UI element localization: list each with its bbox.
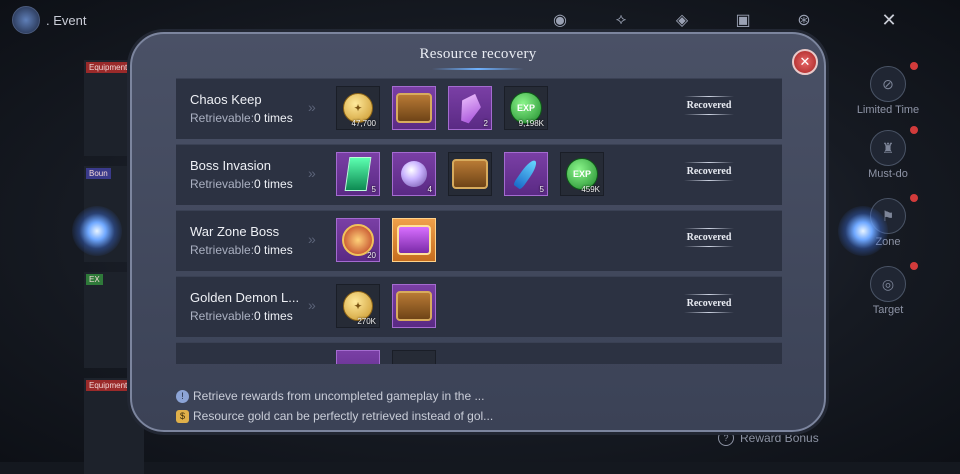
blue-feather-icon [512, 158, 540, 190]
recovered-status: Recovered [676, 96, 742, 115]
reward-item[interactable] [392, 350, 436, 364]
item-quantity: 459K [581, 185, 600, 194]
sidebar-item-limited-time[interactable]: ⊘ Limited Time [856, 62, 920, 116]
reward-item[interactable]: ✦ 47,700 [336, 86, 380, 130]
gold-bag-icon: $ [176, 409, 189, 423]
item-quantity: 9,198K [518, 119, 544, 128]
retrievable-count: Retrievable:0 times [190, 111, 293, 125]
retrievable-count: Retrievable:0 times [190, 243, 293, 257]
list-item [176, 342, 782, 364]
activity-name: Chaos Keep [190, 92, 262, 107]
reward-item[interactable]: ✦ 270K [336, 284, 380, 328]
list-item: Golden Demon L... Retrievable:0 times » … [176, 276, 782, 337]
reward-item[interactable]: 5 [504, 152, 548, 196]
reward-item[interactable] [392, 86, 436, 130]
right-glow-ornament-icon [838, 206, 888, 256]
reward-item[interactable] [336, 350, 380, 364]
reward-item[interactable]: 4 [392, 152, 436, 196]
reward-item[interactable] [392, 284, 436, 328]
treasure-chest-icon [396, 93, 432, 123]
prohibited-icon: ⊘ [870, 66, 906, 102]
recovered-status: Recovered [676, 228, 742, 247]
treasure-chest-icon [396, 291, 432, 321]
retrievable-count: Retrievable:0 times [190, 177, 293, 191]
item-quantity: 270K [357, 317, 376, 326]
list-item: War Zone Boss Retrievable:0 times » 20 R… [176, 210, 782, 271]
notification-dot [910, 126, 918, 134]
list-item: Chaos Keep Retrievable:0 times » ✦ 47,700… [176, 78, 782, 139]
reward-item[interactable]: 20 [336, 218, 380, 262]
target-icon: ◎ [870, 266, 906, 302]
recovered-status: Recovered [676, 294, 742, 313]
item-quantity: 2 [483, 119, 488, 128]
item-quantity: 5 [539, 185, 544, 194]
reward-item[interactable]: EXP 9,198K [504, 86, 548, 130]
item-quantity: 4 [427, 185, 432, 194]
item-quantity: 20 [367, 251, 376, 260]
treasure-chest-icon [452, 159, 488, 189]
background-tag: Equipment [86, 380, 131, 391]
portrait-icon[interactable]: ◉ [545, 6, 575, 34]
open-gift-box-icon [397, 225, 431, 255]
event-button[interactable]: . Event [12, 6, 86, 34]
notification-dot [910, 262, 918, 270]
activity-name: Boss Invasion [190, 158, 271, 173]
dialog-close-button[interactable]: ✕ [792, 49, 818, 75]
note-item: ! Retrieve rewards from uncompleted game… [176, 386, 493, 406]
sidebar-item-must-do[interactable]: ♜ Must-do [856, 126, 920, 180]
info-icon: ! [176, 389, 189, 403]
orbit-gem-icon [401, 161, 427, 187]
emerald-tablet-icon [344, 157, 372, 191]
card-icon[interactable]: ▣ [728, 6, 758, 34]
notes: ! Retrieve rewards from uncompleted game… [176, 386, 493, 426]
helmet-icon: ♜ [870, 130, 906, 166]
dialog-title: Resource recovery [419, 46, 537, 62]
help-icon: ? [718, 430, 734, 446]
list-item: Boss Invasion Retrievable:0 times » 5 4 … [176, 144, 782, 205]
sidebar-item-label: Must-do [868, 168, 908, 180]
chevron-right-icon: » [308, 297, 316, 313]
recovery-list[interactable]: Chaos Keep Retrievable:0 times » ✦ 47,700… [176, 78, 782, 364]
chevron-right-icon: » [308, 231, 316, 247]
rune-icon[interactable]: ⊛ [789, 6, 819, 34]
note-item: $ Resource gold can be perfectly retriev… [176, 406, 493, 426]
activity-name: War Zone Boss [190, 224, 280, 239]
crest-icon[interactable]: ◈ [667, 6, 697, 34]
background-tag: EX [86, 274, 103, 285]
left-glow-ornament-icon [72, 206, 122, 256]
note-text: Retrieve rewards from uncompleted gamepl… [193, 389, 485, 403]
top-close-icon[interactable]: ✕ [872, 6, 906, 34]
reward-item[interactable]: EXP 459K [560, 152, 604, 196]
sidebar-item-label: Target [872, 304, 904, 316]
reward-bonus-button[interactable]: ? Reward Bonus [718, 430, 819, 446]
note-text: Resource gold can be perfectly retrieved… [193, 409, 494, 423]
background-tag: Boun [86, 168, 111, 179]
reward-bonus-label: Reward Bonus [740, 431, 819, 445]
background-tag: Equipment [86, 62, 131, 73]
event-label: . Event [46, 12, 87, 28]
item-quantity: 47,700 [351, 119, 376, 128]
activity-name: Golden Demon L... [190, 290, 300, 305]
chevron-right-icon: » [308, 99, 316, 115]
sidebar-item-target[interactable]: ◎ Target [856, 262, 920, 316]
notification-dot [910, 194, 918, 202]
emblem-icon[interactable]: ⟡ [606, 6, 636, 34]
sidebar-item-label: Limited Time [856, 104, 920, 116]
item-quantity: 5 [371, 185, 376, 194]
title-underline [432, 68, 524, 70]
reward-item[interactable] [392, 218, 436, 262]
event-orb-icon [12, 6, 40, 34]
reward-item[interactable]: 2 [448, 86, 492, 130]
notification-dot [910, 62, 918, 70]
chevron-right-icon: » [308, 165, 316, 181]
reward-item[interactable]: 5 [336, 152, 380, 196]
recovered-status: Recovered [676, 162, 742, 181]
purple-crystal-icon [455, 90, 484, 125]
retrievable-count: Retrievable:0 times [190, 309, 293, 323]
reward-item[interactable] [448, 152, 492, 196]
